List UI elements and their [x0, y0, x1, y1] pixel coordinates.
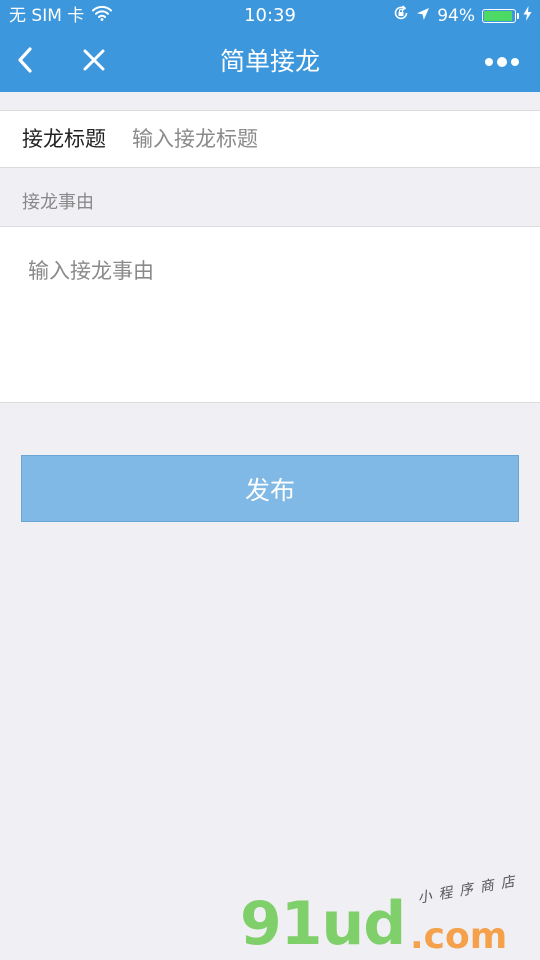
status-bar: 无 SIM 卡 10:39 94% — [0, 0, 540, 32]
title-input[interactable] — [132, 111, 512, 167]
nav-bar: 简单接龙 — [0, 32, 540, 92]
reason-input[interactable] — [28, 255, 518, 385]
location-arrow-icon — [416, 0, 430, 32]
reason-section-label: 接龙事由 — [22, 192, 94, 213]
page-title: 简单接龙 — [219, 47, 320, 76]
watermark-main: 91ud — [240, 889, 406, 959]
more-button[interactable] — [482, 32, 522, 92]
battery-percent: 94% — [437, 6, 475, 26]
status-right: 94% — [393, 0, 532, 32]
top-bar: 无 SIM 卡 10:39 94% 简单接龙 — [0, 0, 540, 92]
title-label: 接龙标题 — [22, 127, 106, 151]
charging-bolt-icon — [523, 0, 532, 32]
battery-fill — [484, 11, 513, 21]
watermark-logo: 91ud .com 小程序商店 — [240, 873, 540, 960]
more-dots-icon — [484, 53, 520, 72]
title-row: 接龙标题 — [0, 110, 540, 168]
publish-button[interactable]: 发布 — [21, 455, 519, 522]
orientation-lock-icon — [393, 0, 409, 32]
watermark-subtitle: 小程序商店 — [416, 872, 523, 907]
reason-box — [0, 226, 540, 403]
battery-icon — [482, 9, 519, 23]
watermark-domain: .com — [410, 916, 508, 957]
